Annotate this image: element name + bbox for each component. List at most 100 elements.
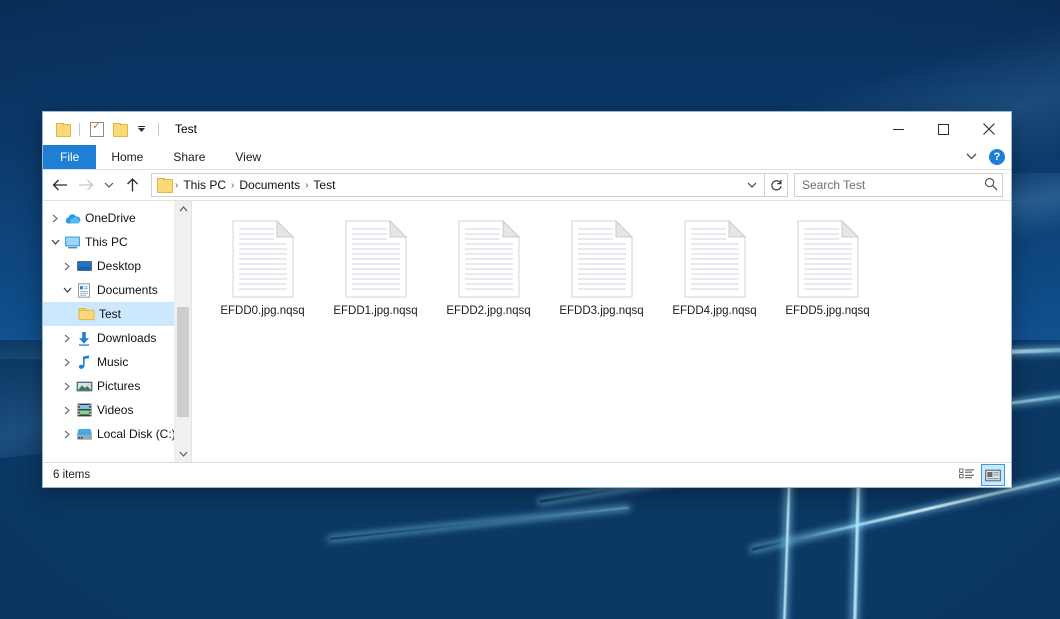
scroll-down-icon[interactable] bbox=[175, 446, 191, 462]
window-controls[interactable] bbox=[876, 113, 1011, 145]
file-list-pane[interactable]: EFDD0.jpg.nqsq bbox=[191, 201, 1011, 462]
downloads-arrow-icon bbox=[75, 331, 93, 346]
scrollbar-track[interactable] bbox=[175, 217, 191, 446]
tab-share[interactable]: Share bbox=[158, 145, 220, 169]
toolbar-separator bbox=[79, 123, 80, 136]
breadcrumb[interactable]: › This PC › Documents › Test bbox=[151, 173, 765, 197]
file-explorer-window: Test File Home Share View ? bbox=[42, 111, 1012, 488]
view-mode-buttons[interactable] bbox=[956, 464, 1005, 486]
chevron-right-icon[interactable] bbox=[47, 214, 63, 223]
chevron-down-icon[interactable] bbox=[962, 151, 981, 163]
sidebar-item-label: Desktop bbox=[97, 259, 141, 273]
search-icon[interactable] bbox=[984, 177, 998, 194]
title-bar[interactable]: Test bbox=[43, 112, 1011, 145]
file-name-label: EFDD0.jpg.nqsq bbox=[220, 305, 304, 317]
file-item[interactable]: EFDD2.jpg.nqsq bbox=[432, 211, 545, 337]
scroll-up-icon[interactable] bbox=[175, 201, 191, 217]
file-name-label: EFDD1.jpg.nqsq bbox=[333, 305, 417, 317]
sidebar-item-onedrive[interactable]: OneDrive bbox=[43, 206, 191, 230]
toolbar-separator bbox=[158, 123, 159, 136]
generic-file-icon bbox=[453, 215, 525, 303]
sidebar-item-label: Music bbox=[97, 355, 128, 369]
videos-film-icon bbox=[75, 403, 93, 417]
sidebar-item-label: Test bbox=[99, 307, 121, 321]
sidebar-item-this-pc[interactable]: This PC bbox=[43, 230, 191, 254]
file-name-label: EFDD3.jpg.nqsq bbox=[559, 305, 643, 317]
sidebar-item-desktop[interactable]: Desktop bbox=[43, 254, 191, 278]
refresh-icon[interactable] bbox=[765, 173, 788, 197]
maximize-button[interactable] bbox=[921, 113, 966, 145]
close-button[interactable] bbox=[966, 113, 1011, 145]
sidebar-item-test[interactable]: Test bbox=[43, 302, 191, 326]
file-name-label: EFDD5.jpg.nqsq bbox=[785, 305, 869, 317]
file-name-label: EFDD2.jpg.nqsq bbox=[446, 305, 530, 317]
search-input[interactable]: Search Test bbox=[802, 178, 984, 192]
chevron-right-icon[interactable] bbox=[59, 430, 75, 439]
sidebar-item-local-disk-c[interactable]: Local Disk (C:) bbox=[43, 422, 191, 446]
sidebar-item-pictures[interactable]: Pictures bbox=[43, 374, 191, 398]
folder-icon bbox=[77, 307, 95, 321]
tab-view[interactable]: View bbox=[220, 145, 276, 169]
documents-icon bbox=[75, 283, 93, 298]
sidebar-item-label: Local Disk (C:) bbox=[97, 427, 176, 441]
chevron-down-icon[interactable] bbox=[59, 287, 75, 293]
recent-locations-chevron-down-icon[interactable] bbox=[99, 172, 119, 198]
chevron-right-icon[interactable] bbox=[59, 358, 75, 367]
ribbon-tab-bar[interactable]: File Home Share View ? bbox=[43, 145, 1011, 170]
sidebar-item-label: Documents bbox=[97, 283, 158, 297]
up-button[interactable] bbox=[119, 172, 145, 198]
search-box[interactable]: Search Test bbox=[794, 173, 1003, 197]
tab-home[interactable]: Home bbox=[96, 145, 158, 169]
file-item[interactable]: EFDD1.jpg.nqsq bbox=[319, 211, 432, 337]
breadcrumb-item-this-pc[interactable]: This PC bbox=[179, 178, 230, 192]
help-icon[interactable]: ? bbox=[989, 149, 1005, 165]
sidebar-item-videos[interactable]: Videos bbox=[43, 398, 191, 422]
sidebar-item-label: Pictures bbox=[97, 379, 140, 393]
chevron-right-icon[interactable] bbox=[59, 262, 75, 271]
generic-file-icon bbox=[566, 215, 638, 303]
quick-access-toolbar[interactable]: Test bbox=[43, 120, 197, 138]
item-count-label: 6 items bbox=[53, 469, 90, 481]
hard-drive-icon bbox=[75, 428, 93, 441]
chevron-down-icon[interactable] bbox=[132, 120, 150, 138]
address-bar[interactable]: › This PC › Documents › Test Search Test bbox=[43, 170, 1011, 200]
chevron-down-icon[interactable] bbox=[47, 239, 63, 245]
breadcrumb-item-documents[interactable]: Documents bbox=[235, 178, 304, 192]
large-icons-view-button[interactable] bbox=[981, 464, 1005, 486]
file-name-label: EFDD4.jpg.nqsq bbox=[672, 305, 756, 317]
sidebar-item-documents[interactable]: Documents bbox=[43, 278, 191, 302]
pictures-icon bbox=[75, 380, 93, 393]
file-item[interactable]: EFDD0.jpg.nqsq bbox=[206, 211, 319, 337]
details-view-button[interactable] bbox=[956, 465, 978, 485]
onedrive-cloud-icon bbox=[63, 212, 81, 225]
window-body: OneDrive This PC bbox=[43, 200, 1011, 462]
file-item[interactable]: EFDD5.jpg.nqsq bbox=[771, 211, 884, 337]
sidebar-item-downloads[interactable]: Downloads bbox=[43, 326, 191, 350]
file-item[interactable]: EFDD4.jpg.nqsq bbox=[658, 211, 771, 337]
scrollbar-thumb[interactable] bbox=[177, 307, 189, 417]
chevron-right-icon[interactable] bbox=[59, 334, 75, 343]
forward-button bbox=[73, 172, 99, 198]
chevron-down-icon[interactable] bbox=[740, 180, 764, 190]
this-pc-monitor-icon bbox=[63, 235, 81, 249]
folder-icon[interactable] bbox=[53, 120, 71, 138]
sidebar-item-music[interactable]: Music bbox=[43, 350, 191, 374]
folder-icon bbox=[157, 179, 171, 191]
sidebar-item-label: Videos bbox=[97, 403, 133, 417]
sidebar-item-label: Downloads bbox=[97, 331, 156, 345]
properties-icon[interactable] bbox=[88, 120, 106, 138]
navigation-pane[interactable]: OneDrive This PC bbox=[43, 201, 191, 462]
generic-file-icon bbox=[679, 215, 751, 303]
new-folder-icon[interactable] bbox=[110, 120, 128, 138]
back-button[interactable] bbox=[47, 172, 73, 198]
minimize-button[interactable] bbox=[876, 113, 921, 145]
tab-file[interactable]: File bbox=[43, 145, 96, 169]
generic-file-icon bbox=[227, 215, 299, 303]
chevron-right-icon[interactable] bbox=[59, 382, 75, 391]
breadcrumb-item-test[interactable]: Test bbox=[309, 178, 339, 192]
window-title: Test bbox=[175, 122, 197, 136]
chevron-right-icon[interactable] bbox=[59, 406, 75, 415]
file-item[interactable]: EFDD3.jpg.nqsq bbox=[545, 211, 658, 337]
status-bar: 6 items bbox=[43, 462, 1011, 487]
navigation-pane-scrollbar[interactable] bbox=[174, 201, 191, 462]
